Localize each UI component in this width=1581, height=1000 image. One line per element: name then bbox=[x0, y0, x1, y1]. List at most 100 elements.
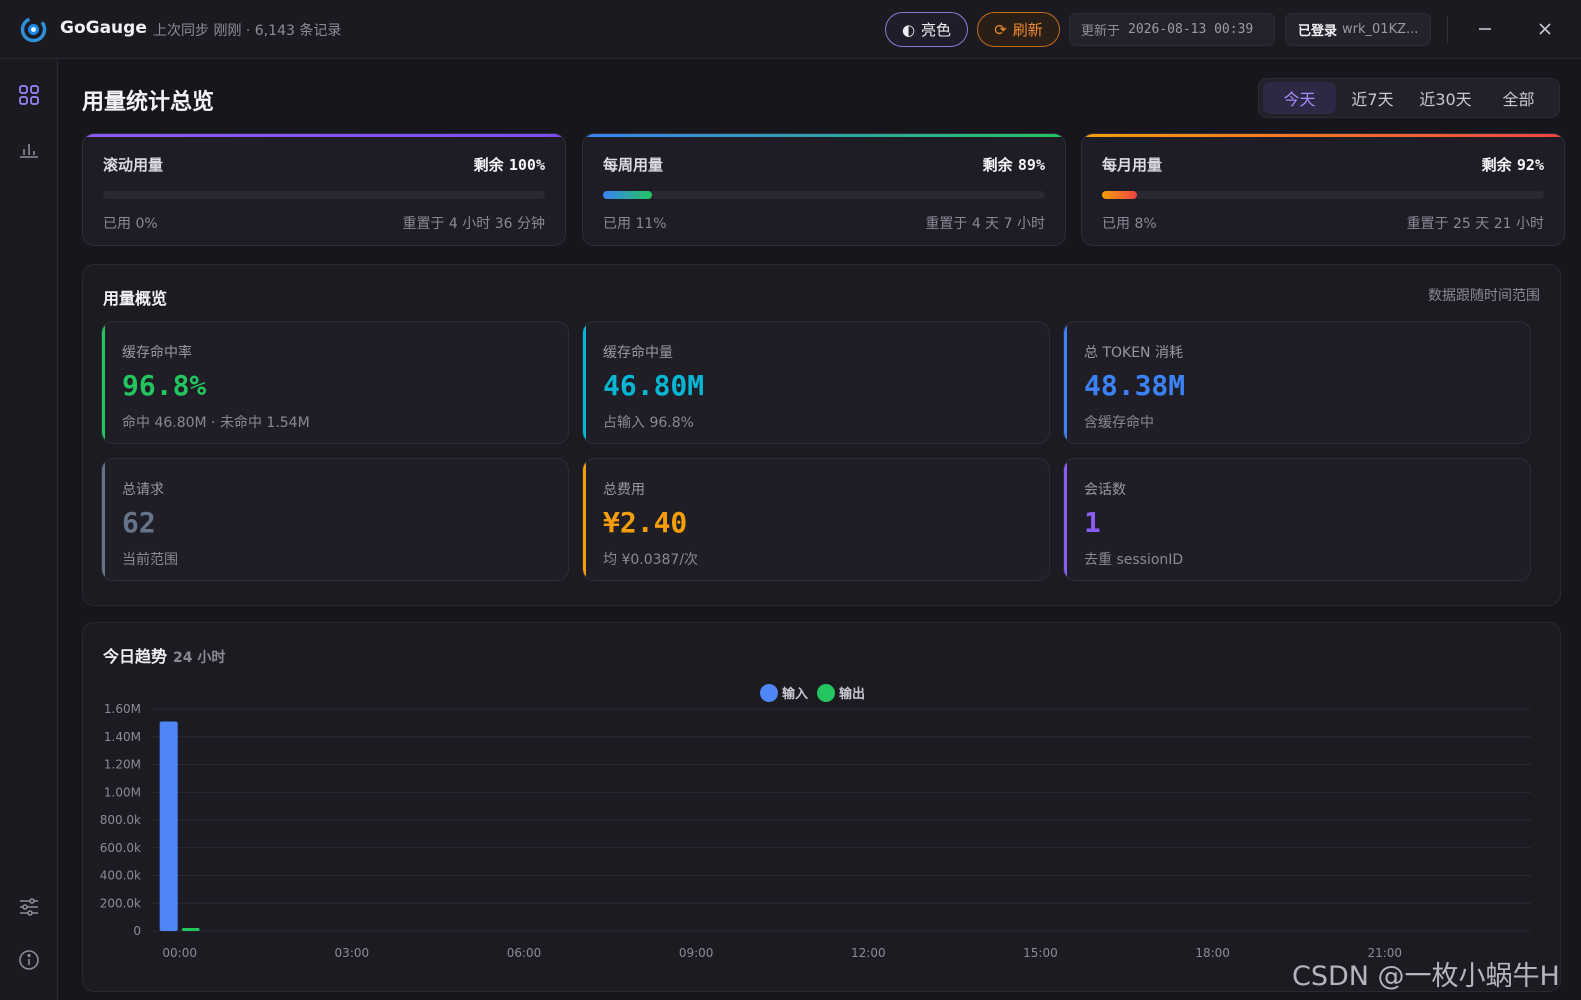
stat-cache-hit-rate: 缓存命中率 96.8% 命中 46.80M · 未命中 1.54M bbox=[101, 321, 569, 444]
stat-value: ¥2.40 bbox=[603, 506, 688, 539]
y-tick-label: 1.40M bbox=[104, 730, 141, 744]
quota-accent-line bbox=[83, 134, 565, 137]
quota-remaining: 剩余 89% bbox=[983, 154, 1045, 175]
login-status[interactable]: 已登录 wrk_01KZ... bbox=[1285, 13, 1431, 46]
stat-accent bbox=[583, 459, 586, 580]
x-tick-label: 03:00 bbox=[335, 946, 370, 960]
login-user: wrk_01KZ... bbox=[1342, 22, 1419, 37]
refresh-button[interactable]: ⟳ 刷新 bbox=[977, 12, 1060, 47]
quota-reset: 重置于 4 小时 36 分钟 bbox=[402, 216, 545, 232]
remaining-value: 92% bbox=[1516, 156, 1544, 174]
app-logo-icon bbox=[20, 16, 47, 43]
legend-label: 输入 bbox=[782, 686, 808, 702]
quota-accent-line bbox=[583, 134, 1065, 137]
chart-icon[interactable] bbox=[17, 137, 41, 161]
bar-0-00:00 bbox=[159, 721, 178, 931]
quota-accent-line bbox=[1082, 134, 1564, 137]
info-icon[interactable] bbox=[17, 948, 41, 972]
stat-value: 96.8% bbox=[122, 369, 207, 402]
y-tick-label: 1.00M bbox=[104, 785, 141, 799]
stat-sub: 命中 46.80M · 未命中 1.54M bbox=[122, 415, 310, 431]
overview-note: 数据跟随时间范围 bbox=[1428, 288, 1540, 304]
page-title: 用量统计总览 bbox=[82, 90, 215, 115]
quota-card-weekly: 每周用量 剩余 89% 已用 11% 重置于 4 天 7 小时 bbox=[582, 133, 1066, 246]
dashboard-icon[interactable] bbox=[17, 83, 41, 107]
quota-remaining: 剩余 92% bbox=[1482, 154, 1544, 175]
app-name: GoGauge bbox=[60, 18, 147, 38]
stat-value: 48.38M bbox=[1084, 369, 1186, 402]
y-tick-label: 0 bbox=[133, 924, 141, 938]
stat-sessions: 会话数 1 去重 sessionID bbox=[1063, 458, 1531, 581]
quota-progress-track bbox=[103, 191, 545, 199]
stat-accent bbox=[102, 322, 105, 443]
remaining-value: 100% bbox=[508, 156, 545, 174]
stat-label: 总 TOKEN 消耗 bbox=[1084, 345, 1183, 361]
watermark: CSDN @一枚小蜗牛H bbox=[1292, 961, 1560, 992]
x-tick-label: 12:00 bbox=[851, 946, 886, 960]
contrast-icon: ◐ bbox=[901, 20, 916, 39]
quota-progress-fill bbox=[1102, 191, 1138, 199]
title-bar: GoGauge 上次同步 刚刚 · 6,143 条记录 ◐ 亮色 ⟳ 刷新 更新… bbox=[0, 0, 1581, 59]
remaining-label: 剩余 bbox=[1481, 156, 1512, 174]
quota-used: 已用 11% bbox=[603, 216, 667, 232]
stat-accent bbox=[102, 459, 105, 580]
today-trend-panel: 今日趋势 24 小时 0 200.0k 400.0k 600.0k 800.0k 1.00M… bbox=[82, 622, 1561, 992]
updated-label: 更新于 bbox=[1081, 24, 1121, 39]
theme-toggle-label: 亮色 bbox=[921, 21, 952, 39]
legend-swatch bbox=[760, 684, 778, 702]
x-tick-label: 18:00 bbox=[1195, 946, 1230, 960]
stat-value: 62 bbox=[122, 506, 156, 539]
stat-total-cost: 总费用 ¥2.40 均 ¥0.0387/次 bbox=[582, 458, 1050, 581]
tab-30-days[interactable]: 近30天 bbox=[1409, 82, 1482, 114]
quota-reset: 重置于 25 天 21 小时 bbox=[1406, 216, 1544, 232]
stat-label: 缓存命中量 bbox=[603, 345, 673, 361]
quota-card-rolling: 滚动用量 剩余 100% 已用 0% 重置于 4 小时 36 分钟 bbox=[82, 133, 566, 246]
remaining-value: 89% bbox=[1017, 156, 1045, 174]
stat-accent bbox=[1064, 459, 1067, 580]
legend-swatch bbox=[817, 684, 835, 702]
trend-chart: 0 200.0k 400.0k 600.0k 800.0k 1.00M 1.20M 1.40M… bbox=[100, 684, 1531, 960]
tab-7-days[interactable]: 近7天 bbox=[1336, 82, 1409, 114]
usage-overview-panel: 用量概览 数据跟随时间范围 缓存命中率 96.8% 命中 46.80M · 未命… bbox=[82, 264, 1561, 606]
x-tick-label: 06:00 bbox=[507, 946, 542, 960]
stat-value: 46.80M bbox=[603, 369, 705, 402]
stat-value: 1 bbox=[1084, 506, 1101, 539]
sidebar bbox=[0, 59, 58, 1000]
quota-label: 每周用量 bbox=[603, 156, 664, 174]
updated-time: 2026-08-13 00:39 bbox=[1128, 22, 1254, 37]
y-tick-label: 800.0k bbox=[100, 813, 141, 827]
last-updated: 更新于 2026-08-13 00:39 bbox=[1069, 13, 1275, 46]
login-label: 已登录 bbox=[1298, 24, 1338, 39]
overview-title: 用量概览 bbox=[103, 289, 168, 308]
quota-remaining: 剩余 100% bbox=[474, 154, 545, 175]
quota-label: 滚动用量 bbox=[103, 156, 164, 174]
bar-1-00:00 bbox=[181, 927, 200, 931]
close-button[interactable] bbox=[1530, 14, 1560, 44]
stat-label: 总费用 bbox=[603, 482, 645, 498]
y-tick-label: 400.0k bbox=[100, 869, 141, 883]
theme-toggle-button[interactable]: ◐ 亮色 bbox=[885, 12, 968, 47]
stat-total-tokens: 总 TOKEN 消耗 48.38M 含缓存命中 bbox=[1063, 321, 1531, 444]
stat-sub: 占输入 96.8% bbox=[603, 415, 694, 431]
legend-label: 输出 bbox=[839, 686, 865, 702]
stat-accent bbox=[1064, 322, 1067, 443]
tab-today[interactable]: 今天 bbox=[1263, 82, 1336, 114]
stat-label: 会话数 bbox=[1084, 482, 1126, 498]
quota-progress-track bbox=[603, 191, 1045, 199]
stat-sub: 含缓存命中 bbox=[1084, 415, 1154, 431]
x-tick-label: 15:00 bbox=[1023, 946, 1058, 960]
quota-progress-fill bbox=[603, 191, 652, 199]
refresh-label: 刷新 bbox=[1012, 21, 1043, 39]
stat-sub: 去重 sessionID bbox=[1084, 552, 1184, 568]
y-tick-label: 1.20M bbox=[104, 758, 141, 772]
remaining-label: 剩余 bbox=[982, 156, 1013, 174]
sliders-icon[interactable] bbox=[17, 895, 41, 919]
quota-used: 已用 8% bbox=[1102, 216, 1157, 232]
minimize-button[interactable] bbox=[1470, 14, 1500, 44]
tab-all[interactable]: 全部 bbox=[1482, 82, 1555, 114]
stat-sub: 均 ¥0.0387/次 bbox=[603, 552, 699, 568]
quota-label: 每月用量 bbox=[1102, 156, 1163, 174]
sync-status: 上次同步 刚刚 · 6,143 条记录 bbox=[153, 23, 342, 39]
refresh-icon: ⟳ bbox=[994, 20, 1007, 39]
titlebar-divider bbox=[1447, 16, 1448, 43]
